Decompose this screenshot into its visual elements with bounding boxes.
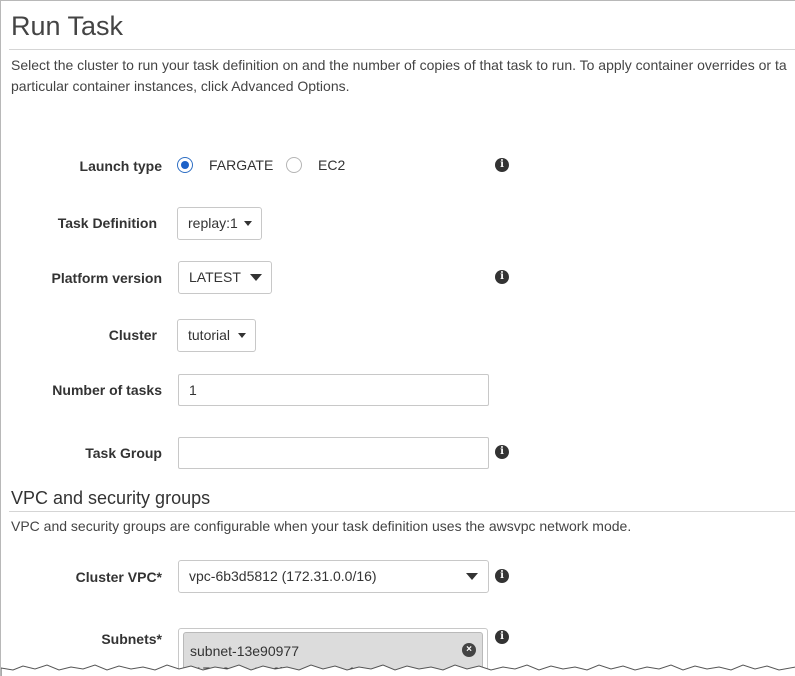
torn-edge-decoration (1, 664, 795, 676)
task-definition-value: replay:1 (188, 215, 238, 231)
task-group-input[interactable] (178, 437, 489, 469)
cluster-select[interactable]: tutorial (177, 319, 256, 352)
subnets-info-icon[interactable]: i (495, 630, 509, 644)
platform-version-label: Platform version (51, 270, 162, 286)
run-task-page: Run Task Select the cluster to run your … (0, 0, 795, 676)
platform-version-select[interactable]: LATEST (178, 261, 272, 294)
page-description-line1: Select the cluster to run your task defi… (11, 57, 787, 73)
launch-type-label: Launch type (79, 158, 162, 174)
cluster-value: tutorial (188, 327, 231, 343)
vpc-section-title: VPC and security groups (11, 488, 211, 508)
caret-down-icon (250, 274, 262, 281)
launch-type-ec2-radio[interactable] (286, 157, 302, 173)
close-circle-icon[interactable]: × (462, 643, 476, 657)
launch-type-fargate-label[interactable]: FARGATE (209, 157, 273, 173)
platform-version-value: LATEST (189, 269, 241, 285)
cluster-vpc-label: Cluster VPC* (75, 569, 162, 585)
vpc-section-divider (9, 511, 795, 512)
title-divider (9, 49, 795, 50)
number-of-tasks-label: Number of tasks (52, 382, 162, 398)
vpc-section-description: VPC and security groups are configurable… (11, 518, 632, 534)
launch-type-fargate-radio[interactable] (177, 157, 193, 173)
number-of-tasks-input[interactable]: 1 (178, 374, 489, 406)
cluster-vpc-value: vpc-6b3d5812 (172.31.0.0/16) (189, 568, 377, 584)
task-definition-select[interactable]: replay:1 (177, 207, 262, 240)
launch-type-info-icon[interactable]: i (495, 158, 509, 172)
page-description-line2: particular container instances, click Ad… (11, 78, 350, 94)
page-title: Run Task (11, 11, 124, 41)
platform-version-info-icon[interactable]: i (495, 270, 509, 284)
subnets-label: Subnets* (101, 631, 162, 647)
caret-down-icon (244, 221, 252, 226)
cluster-vpc-info-icon[interactable]: i (495, 569, 509, 583)
cluster-vpc-select[interactable]: vpc-6b3d5812 (172.31.0.0/16) (178, 560, 489, 593)
task-group-info-icon[interactable]: i (495, 445, 509, 459)
caret-down-icon (238, 333, 246, 338)
launch-type-ec2-label[interactable]: EC2 (318, 157, 345, 173)
caret-down-icon (466, 573, 478, 580)
task-group-label: Task Group (85, 445, 162, 461)
task-definition-label: Task Definition (57, 215, 157, 231)
cluster-label: Cluster (108, 327, 157, 343)
